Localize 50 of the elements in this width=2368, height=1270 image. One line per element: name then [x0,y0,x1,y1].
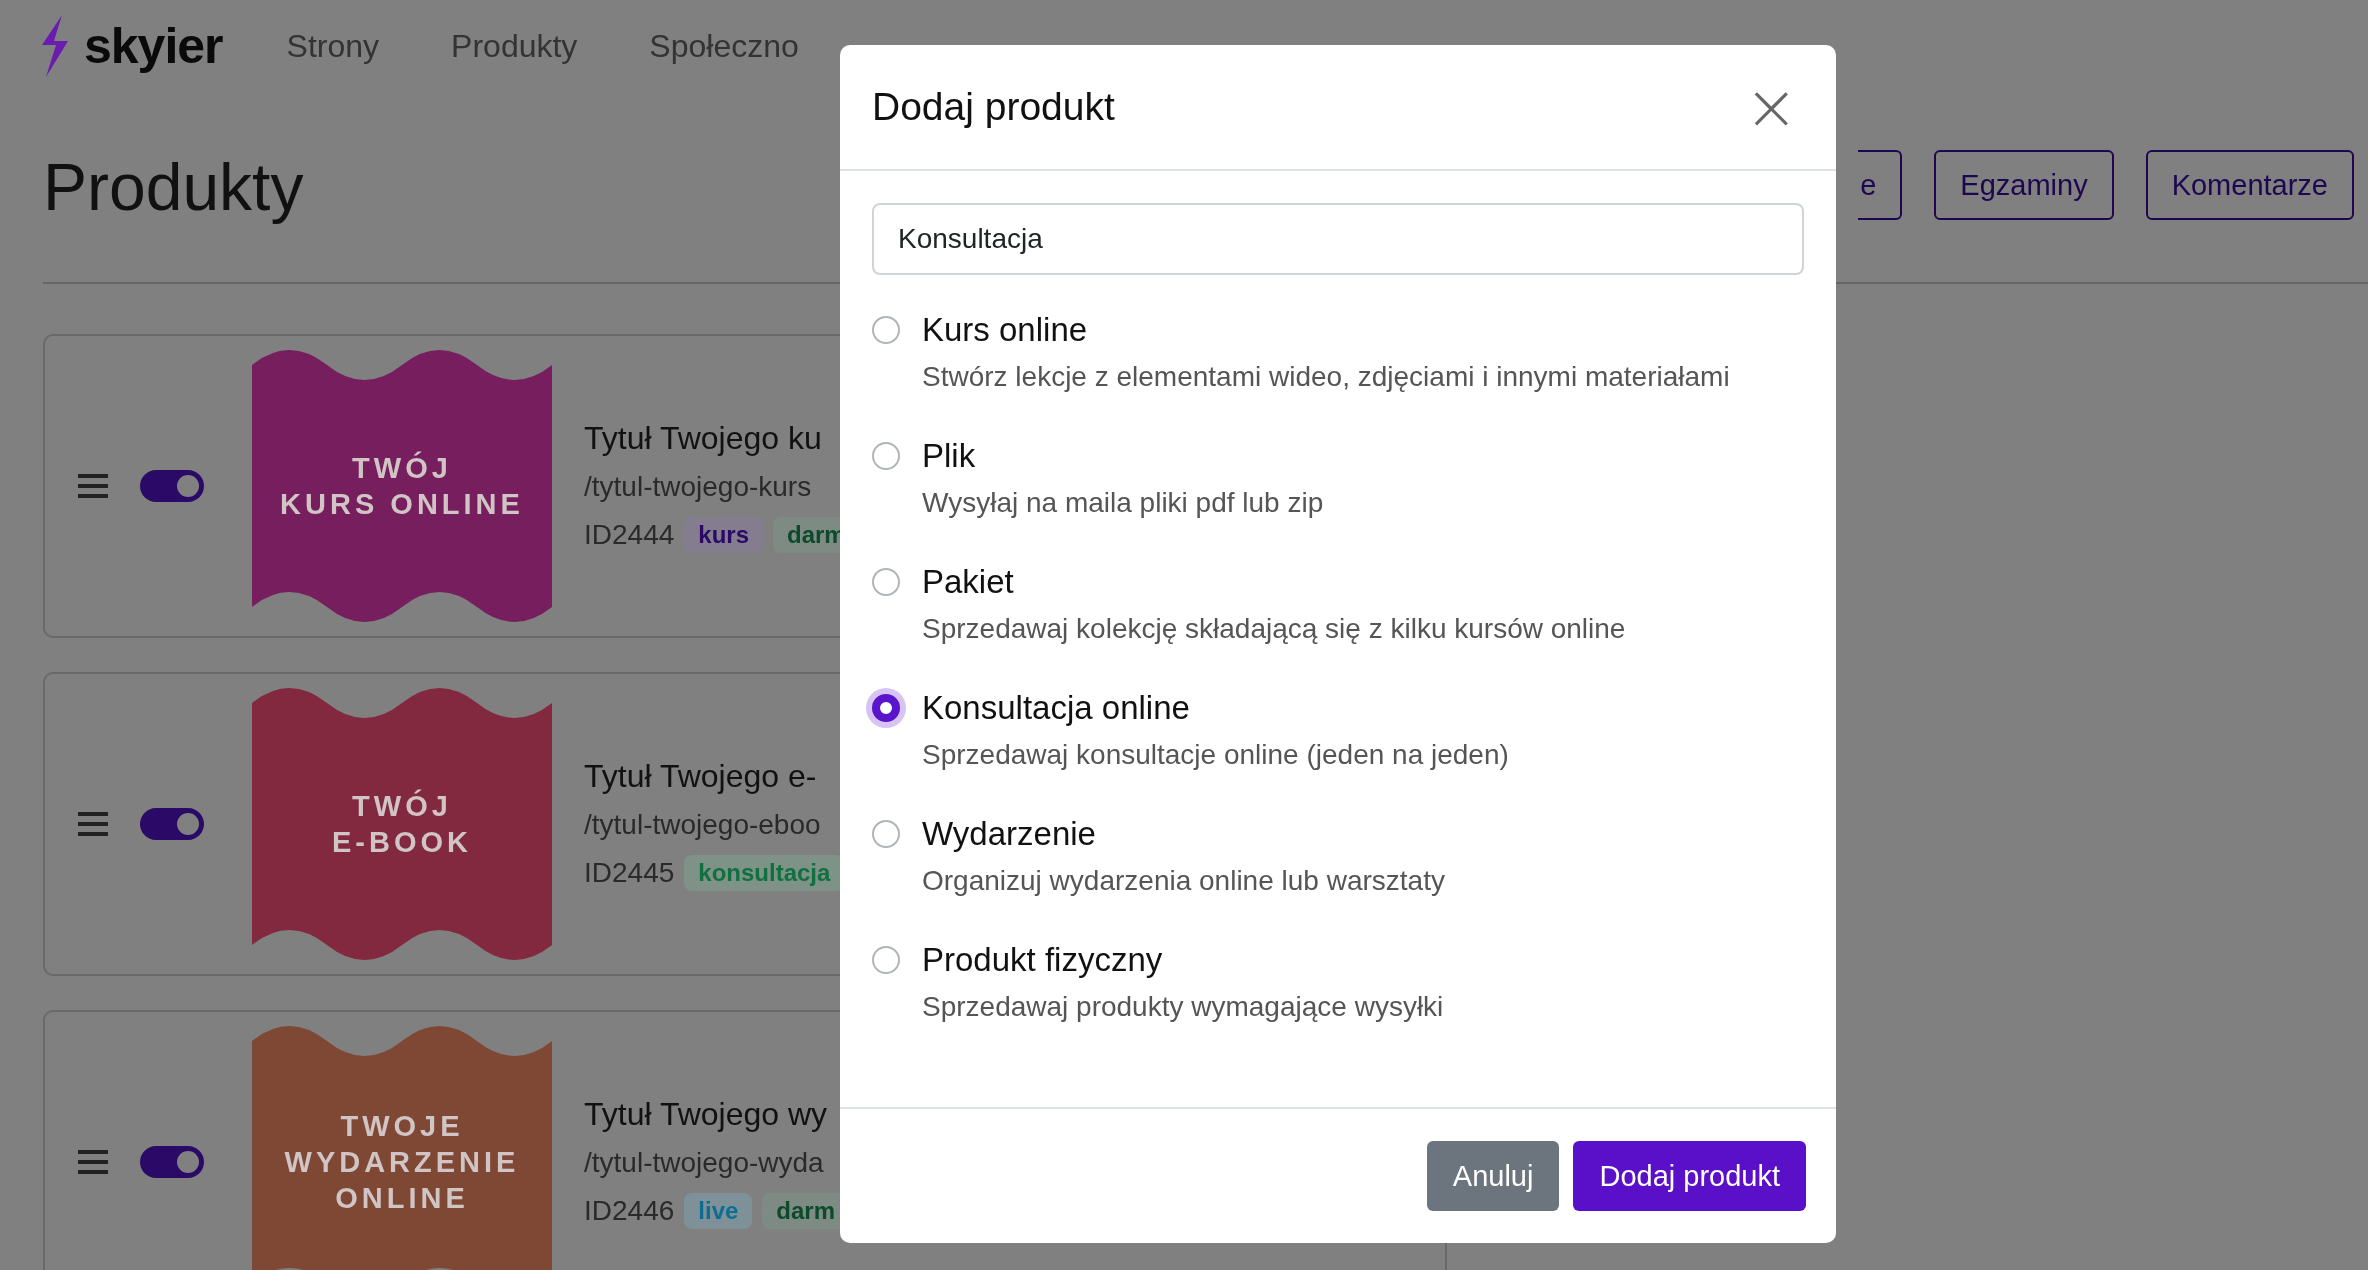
option-description: Wysyłaj na maila pliki pdf lub zip [922,487,1325,519]
product-tag: live [684,1192,753,1229]
option-label[interactable]: Kurs online [922,311,1804,349]
cancel-button[interactable]: Anuluj [1426,1141,1560,1211]
toggle-switch[interactable] [140,470,204,502]
radio-button[interactable] [872,316,900,344]
toggle-switch[interactable] [140,808,204,840]
add-product-button[interactable]: Dodaj produkt [1573,1141,1806,1211]
radio-button[interactable] [872,442,900,470]
nav-link[interactable]: Strony [286,27,380,65]
toggle-switch[interactable] [140,1146,204,1178]
product-slug: /tytul-twojego-eboo [584,808,822,841]
section-button[interactable]: Egzaminy [1934,150,2114,220]
name-input-field[interactable]: Konsultacja [872,203,1804,275]
close-button[interactable]: × [1738,75,1804,139]
product-cover: TWÓJ KURS ONLINE [252,349,552,623]
product-cover: TWOJE WYDARZENIE ONLINE [252,1025,552,1270]
nav-link[interactable]: Produkty [451,27,578,65]
drag-handle-icon[interactable] [78,474,108,498]
radio-button[interactable] [872,946,900,974]
option-description: Stwórz lekcje z elementami wideo, zdjęciami i innymi materiałami [922,361,1731,393]
option-label[interactable]: Produkt fizyczny [922,941,1804,979]
option-description: Sprzedawaj konsultacje online (jeden na jeden) [922,739,1510,771]
drag-handle-icon[interactable] [78,1150,108,1174]
product-title[interactable]: Tytuł Twojego e- [584,757,845,795]
product-slug: /tytul-twojego-wyda [584,1146,825,1179]
option-label[interactable]: Plik [922,437,1804,475]
option-label[interactable]: Konsultacja online [922,689,1804,727]
product-cover: TWÓJ E-BOOK [252,687,552,961]
option-description: Organizuj wydarzenia online lub warsztaty [922,865,1446,897]
section-button[interactable]: e [1858,150,1903,220]
product-tag: kurs [684,516,763,553]
modal-title: Dodaj produkt [872,85,1115,129]
drag-handle-icon[interactable] [78,812,108,836]
option-description: Sprzedawaj produkty wymagające wysyłki [922,991,1445,1023]
option-label[interactable]: Wydarzenie [922,815,1804,853]
product-id: ID2445 [584,856,675,889]
section-button[interactable]: Komentarze [2145,150,2354,220]
product-id: ID2444 [584,518,675,551]
radio-button[interactable] [872,820,900,848]
lightning-logo-icon [40,15,70,77]
option-label[interactable]: Pakiet [922,563,1804,601]
page-title: Produkty [43,149,305,225]
radio-button[interactable] [872,568,900,596]
option-description: Sprzedawaj kolekcję składającą się z kilku kursów online [922,613,1627,645]
nav-link[interactable]: Społeczno [649,27,799,65]
radio-button[interactable] [872,694,900,722]
logo-text[interactable]: skyier [84,17,223,75]
product-id: ID2446 [584,1194,675,1227]
product-slug: /tytul-twojego-kurs [584,470,813,503]
